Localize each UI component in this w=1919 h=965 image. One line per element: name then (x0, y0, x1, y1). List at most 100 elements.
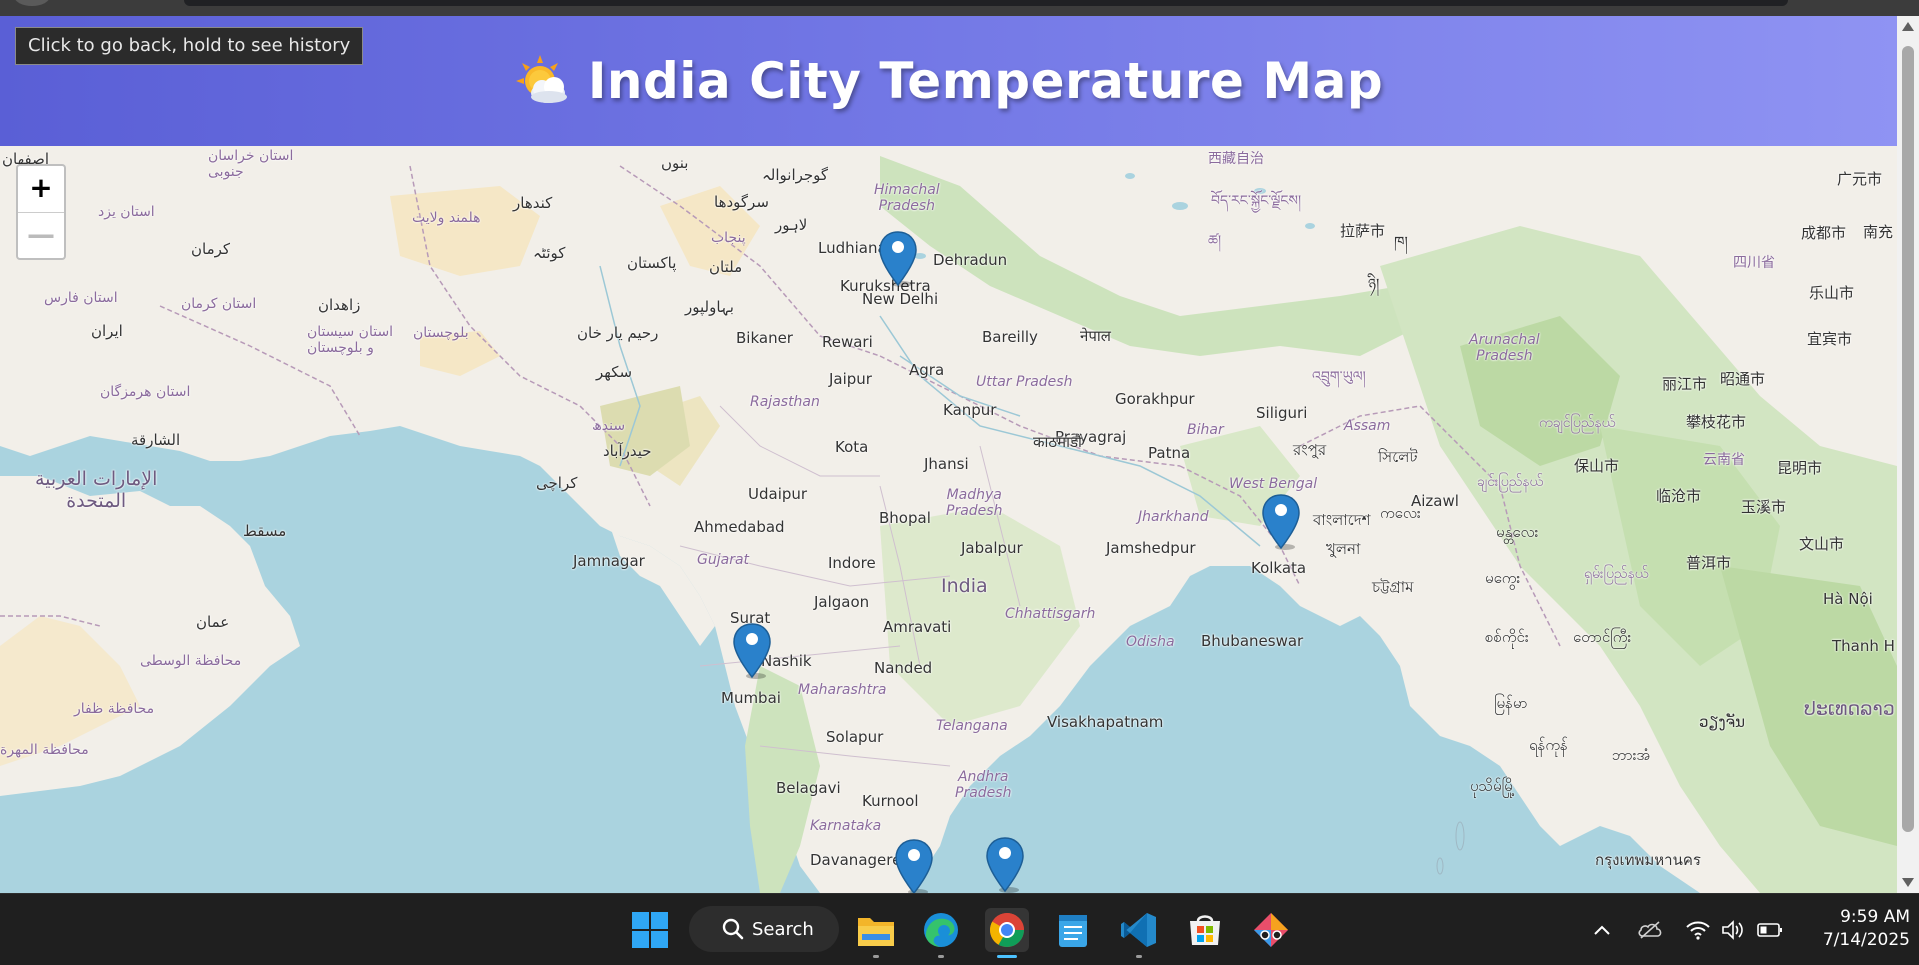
address-bar[interactable] (184, 0, 1788, 6)
map-label-belagavi: Belagavi (776, 779, 841, 797)
map-label-gorakhpur: Gorakhpur (1115, 390, 1195, 408)
map-label-pakistan: پاکستان (627, 254, 677, 272)
map-label-khulna: খুলনা (1326, 540, 1361, 558)
notepad-icon[interactable] (1051, 908, 1095, 952)
map-label-wusta: محافظة الوسطى (140, 653, 242, 669)
map-label-kota: Kota (835, 438, 869, 456)
map-label-rewari: Rewari (822, 333, 873, 351)
map-label-nanchong: 南充 (1863, 223, 1894, 241)
map-label-bahawalpur: بہاولپور (685, 298, 734, 316)
map-label-kanpur: Kanpur (943, 401, 997, 419)
battery-icon[interactable] (1755, 908, 1785, 952)
map-label-sargodha: سرگودھا (714, 193, 769, 211)
map-label-multan: ملتان (709, 258, 743, 276)
map-label-yangon: ရန်ကုန် (1529, 736, 1568, 754)
city-marker-new-delhi[interactable] (878, 230, 918, 288)
file-explorer-icon[interactable] (854, 908, 898, 958)
zoom-control: + — (16, 164, 66, 260)
map-label-leshan: 乐山市 (1809, 284, 1855, 302)
wifi-icon[interactable] (1683, 908, 1713, 952)
map-label-jamnagar: Jamnagar (573, 552, 645, 570)
back-button-tooltip: Click to go back, hold to see history (15, 27, 364, 65)
map-label-iran: ایران (91, 322, 123, 340)
map-label-helmand: هلمند ولایت (412, 210, 481, 226)
map-label-jaipur: Jaipur (829, 370, 872, 388)
map-label-gujranwala: گوجرانوالہ (762, 166, 829, 184)
map-label-kachin: ကချင်ပြည်နယ် (1539, 415, 1616, 431)
taskbar-clock[interactable]: 9:59 AM 7/14/2025 (1800, 906, 1910, 952)
map-label-jabalpur: Jabalpur (961, 539, 1023, 557)
map-label-kurnool: Kurnool (862, 792, 919, 810)
map-label-sichuan: 四川省 (1733, 255, 1775, 271)
map-label-nepal: नेपाल (1080, 327, 1111, 345)
map-label-vientiane: ວຽງຈັນ (1699, 713, 1745, 731)
map-label-bhutan: འབྲུག་ཡུལ། (1312, 369, 1366, 385)
microsoft-store-icon[interactable] (1183, 908, 1227, 952)
map-label-sistan: استان سیستان و بلوچستان (307, 324, 394, 356)
onedrive-icon[interactable] (1635, 908, 1665, 952)
map-label-siliguri: Siliguri (1256, 404, 1308, 422)
map-label-taunggyi: တောင်ကြီး (1573, 628, 1632, 646)
back-button[interactable] (14, 0, 50, 6)
map-label-bhubaneswar: Bhubaneswar (1201, 632, 1304, 650)
map-label-chengdu: 成都市 (1801, 224, 1847, 242)
map-label-chin: ချင်းပြည်နယ် (1477, 474, 1544, 490)
map-label-patna: Patna (1148, 444, 1191, 462)
map-label-ludhiana: Ludhiana (818, 239, 887, 257)
zoom-in-button[interactable]: + (18, 166, 64, 212)
chrome-icon[interactable] (985, 908, 1029, 958)
windows-start-icon[interactable] (628, 908, 672, 952)
clock-time: 9:59 AM (1840, 907, 1910, 927)
map-label-maharashtra: Maharashtra (798, 682, 887, 698)
snipping-tool-icon[interactable] (1249, 908, 1293, 952)
taskbar-search-box[interactable]: Search (689, 906, 839, 952)
map-label-bikaner: Bikaner (736, 329, 793, 347)
map-canvas[interactable]: + — New Delhi Kolkata Mumbai Ludhiana De… (0, 146, 1897, 893)
scrollbar-thumb[interactable] (1902, 46, 1914, 832)
map-label-west-bengal: West Bengal (1229, 476, 1318, 492)
map-label-nanded: Nanded (874, 659, 933, 677)
map-label-rahim-yar-khan: رحیم یار خان (577, 324, 659, 342)
city-marker-mumbai[interactable] (732, 622, 772, 680)
map-label-lahore: لاہور (775, 216, 808, 234)
map-label-kandahar: کندهار (513, 194, 553, 212)
clock-date: 7/14/2025 (1822, 930, 1910, 950)
edge-icon[interactable] (919, 908, 963, 958)
map-label-solapur: Solapur (826, 728, 884, 746)
map-label-udaipur: Udaipur (748, 485, 808, 503)
city-marker-kolkata[interactable] (1261, 493, 1301, 551)
map-label-mumbai: Mumbai (721, 689, 781, 707)
map-label-muscat: مسقط (243, 522, 287, 540)
volume-icon[interactable] (1719, 908, 1749, 952)
map-label-jalgaon: Jalgaon (814, 593, 870, 611)
map-label-chhattisgarh: Chhattisgarh (1005, 606, 1096, 622)
map-label-myanmar: မြန်မာ (1494, 694, 1528, 712)
city-marker-chennai[interactable] (985, 836, 1025, 893)
city-marker-bengaluru[interactable] (894, 838, 934, 893)
scroll-down-arrow-icon[interactable] (1902, 878, 1914, 887)
page-scrollbar[interactable] (1897, 16, 1919, 893)
map-label-jhansi: Jhansi (924, 455, 969, 473)
scroll-up-arrow-icon[interactable] (1902, 22, 1914, 31)
map-pin-icon (1262, 494, 1300, 550)
zoom-out-button[interactable]: — (18, 212, 64, 259)
map-label-yuxi: 玉溪市 (1741, 498, 1787, 516)
map-label-karachi: کراچی (536, 474, 578, 492)
page-title: India City Temperature Map (587, 52, 1384, 110)
vscode-icon[interactable] (1117, 908, 1161, 958)
map-label-sagaing: စစ်ကိုင်း (1485, 628, 1529, 646)
map-label-fars: استان فارس (44, 290, 118, 306)
map-label-sylhet: সিলেট (1378, 448, 1418, 466)
map-label-arunachal-pradesh: Arunachal Pradesh (1469, 332, 1540, 364)
map-label-mahra: محافظة المهرة (0, 742, 89, 758)
map-label-punjab-pk: پنجاب (711, 230, 746, 246)
map-label-hyderabad-pk: حیدرآباد (603, 442, 652, 460)
map-label-indore: Indore (828, 554, 876, 572)
map-pin-icon (879, 231, 917, 287)
map-label-uae: الإمارات العربية المتحدة (35, 468, 158, 512)
map-label-khorasan: استان خراسان جنوبی (208, 148, 294, 180)
chevron-up-icon[interactable] (1589, 908, 1615, 952)
map-label-dehradun: Dehradun (933, 251, 1008, 269)
map-label-panzhihua: 攀枝花市 (1686, 413, 1747, 431)
map-label-sharjah: الشارقة (131, 431, 181, 449)
